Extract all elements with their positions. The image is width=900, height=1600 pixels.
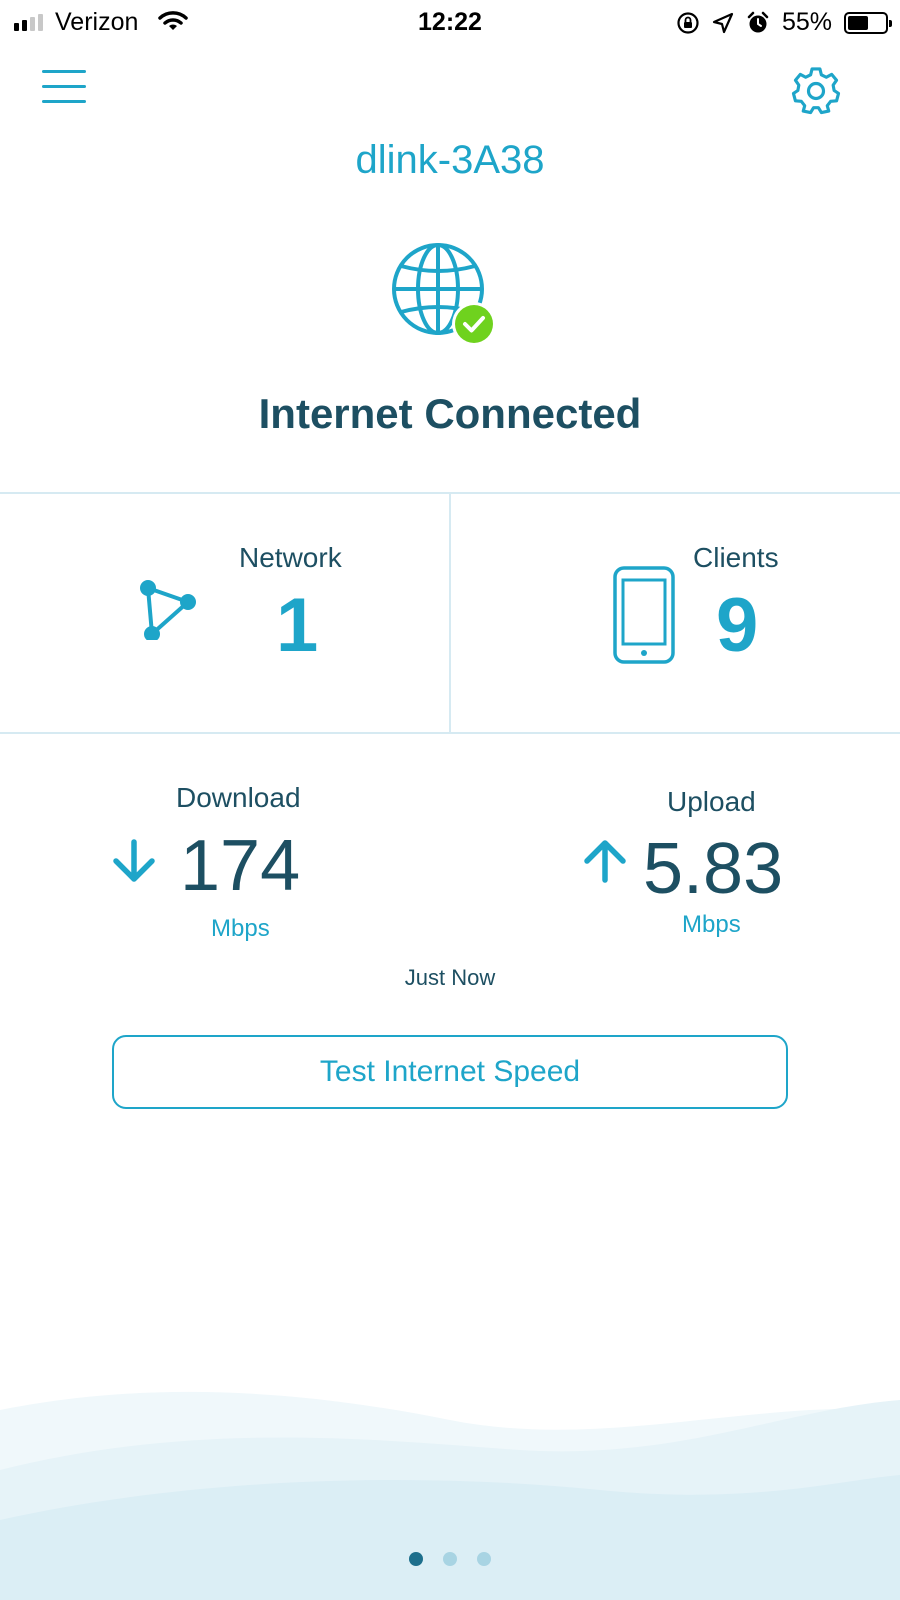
location-icon [712, 12, 734, 33]
alarm-icon [747, 11, 769, 32]
upload-speed: 5.83 [643, 829, 784, 909]
network-name: dlink-3A38 [355, 138, 545, 182]
battery-percentage: 55% [781, 8, 832, 36]
gear-icon[interactable] [791, 66, 841, 116]
rotation-lock-icon [677, 11, 699, 34]
arrow-up-icon [584, 840, 626, 883]
status-bar: Verizon 12:22 55% [0, 0, 900, 44]
upload-unit: Mbps [682, 911, 741, 938]
download-unit: Mbps [211, 915, 270, 942]
check-badge-icon [452, 302, 496, 346]
page-dot[interactable] [477, 1552, 491, 1566]
connection-status: Internet Connected [258, 390, 642, 437]
phone-icon [613, 566, 675, 664]
download-speed: 174 [180, 826, 301, 906]
network-count: 1 [276, 583, 319, 668]
speed-test-timestamp: Just Now [404, 965, 496, 990]
globe-icon [392, 243, 496, 346]
divider [0, 732, 900, 734]
clients-label: Clients [693, 542, 779, 573]
mesh-network-icon [140, 580, 196, 640]
test-internet-speed-button[interactable]: Test Internet Speed [112, 1035, 788, 1109]
network-card[interactable]: Network 1 [0, 494, 449, 732]
page-dot[interactable] [409, 1552, 423, 1566]
clients-card[interactable]: Clients 9 [451, 494, 900, 732]
arrow-down-icon [113, 839, 155, 882]
decorative-waves [0, 1391, 900, 1600]
download-label: Download [176, 782, 301, 813]
network-label: Network [239, 542, 342, 573]
upload-label: Upload [667, 786, 756, 817]
clients-count: 9 [716, 583, 759, 668]
battery-icon [844, 11, 892, 34]
page-indicator [0, 1552, 900, 1566]
hamburger-menu-icon[interactable] [42, 70, 86, 108]
page-dot[interactable] [443, 1552, 457, 1566]
